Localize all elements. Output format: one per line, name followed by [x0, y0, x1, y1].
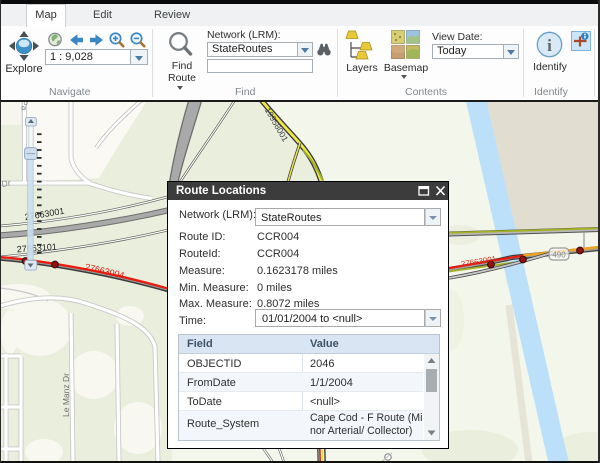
svg-text:Pa: Pa: [20, 101, 30, 111]
svg-text:Le Manz Dr: Le Manz Dr: [61, 373, 71, 417]
svg-text:i: i: [547, 36, 552, 55]
svg-text:Dr: Dr: [1, 178, 11, 189]
svg-text:490: 490: [552, 251, 566, 260]
